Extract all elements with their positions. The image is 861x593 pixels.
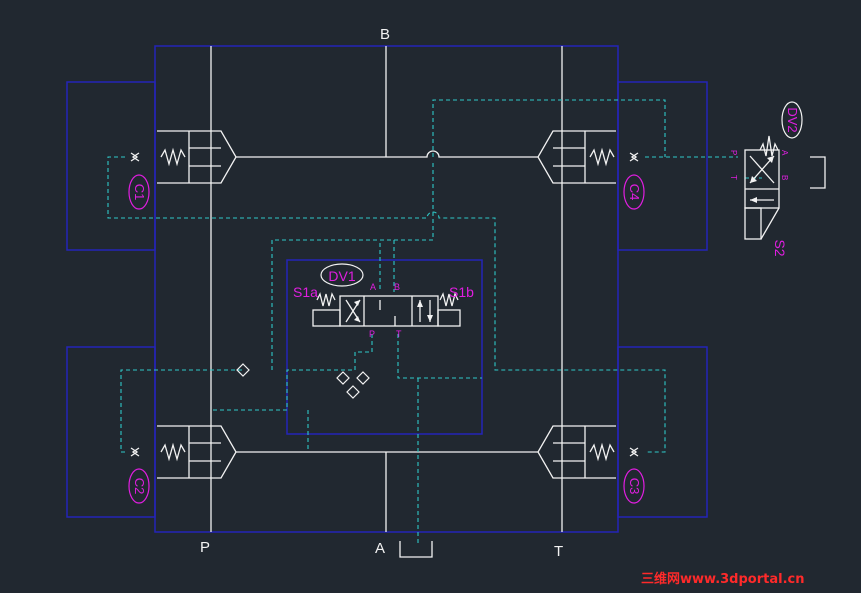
dv2-solenoid: S2 [772, 239, 788, 256]
dv2-port-b: B [780, 175, 789, 180]
cartridge-c4-symbol [537, 130, 639, 184]
dv1-port-a: A [370, 282, 376, 292]
tank-symbol-bottom [399, 541, 433, 558]
pilot-line-dv1-a [379, 163, 434, 292]
cartridge-c1-symbol [130, 130, 237, 184]
pilot-line-c4-return [432, 99, 666, 157]
dv2-name: DV2 [785, 107, 800, 132]
cartridge-c4-label: C4 [623, 174, 645, 210]
watermark: 三维网www.3dportal.cn [641, 571, 804, 587]
hydraulic-circuit-diagram: B P A T C1 C2 C3 C4 DV1 S1a S1b A B P T … [66, 26, 826, 587]
port-label-a: A [375, 540, 385, 557]
svg-text:C4: C4 [627, 184, 642, 201]
dv1-port-t: T [396, 329, 402, 339]
port-label-p: P [200, 539, 210, 556]
manifold-outlines [66, 45, 708, 533]
pilot-line-c1-c3 [107, 156, 666, 453]
dv1-arrows [354, 300, 433, 322]
pilot-line-dv1-p [212, 334, 373, 411]
dv1-solenoid-a: S1a [293, 284, 318, 300]
dv1-solenoid-b: S1b [449, 284, 474, 300]
shuttle-valves [236, 363, 370, 399]
cartridge-c3-label: C3 [623, 468, 645, 504]
svg-text:C2: C2 [132, 478, 147, 495]
pilot-line-dv1-t [397, 334, 482, 379]
dv2-port-a: A [780, 150, 789, 156]
dv1-port-b: B [394, 282, 400, 292]
c1-block-outline [66, 81, 156, 251]
dv1-name: DV1 [328, 268, 355, 284]
dv2-port-t: T [729, 175, 738, 180]
dv1-valve-symbol [312, 292, 461, 327]
svg-text:C1: C1 [132, 184, 147, 201]
dv1-port-p: P [369, 329, 375, 339]
dv2-plug-symbol [810, 156, 826, 189]
cartridge-c3-symbol [537, 425, 639, 479]
cartridge-c2-label: C2 [128, 468, 150, 504]
svg-text:C3: C3 [627, 478, 642, 495]
port-label-b: B [380, 26, 390, 43]
dv2-body [744, 149, 780, 209]
dv1-body [339, 295, 439, 327]
pilot-line-c2 [120, 369, 243, 453]
main-lines [210, 46, 563, 558]
dv2-port-p: P [729, 150, 738, 155]
top-horizontal-line [236, 150, 538, 158]
cartridge-c1-label: C1 [128, 174, 150, 210]
cartridge-c2-symbol [130, 425, 237, 479]
port-label-t: T [554, 543, 563, 560]
c4-block-outline [617, 81, 708, 251]
